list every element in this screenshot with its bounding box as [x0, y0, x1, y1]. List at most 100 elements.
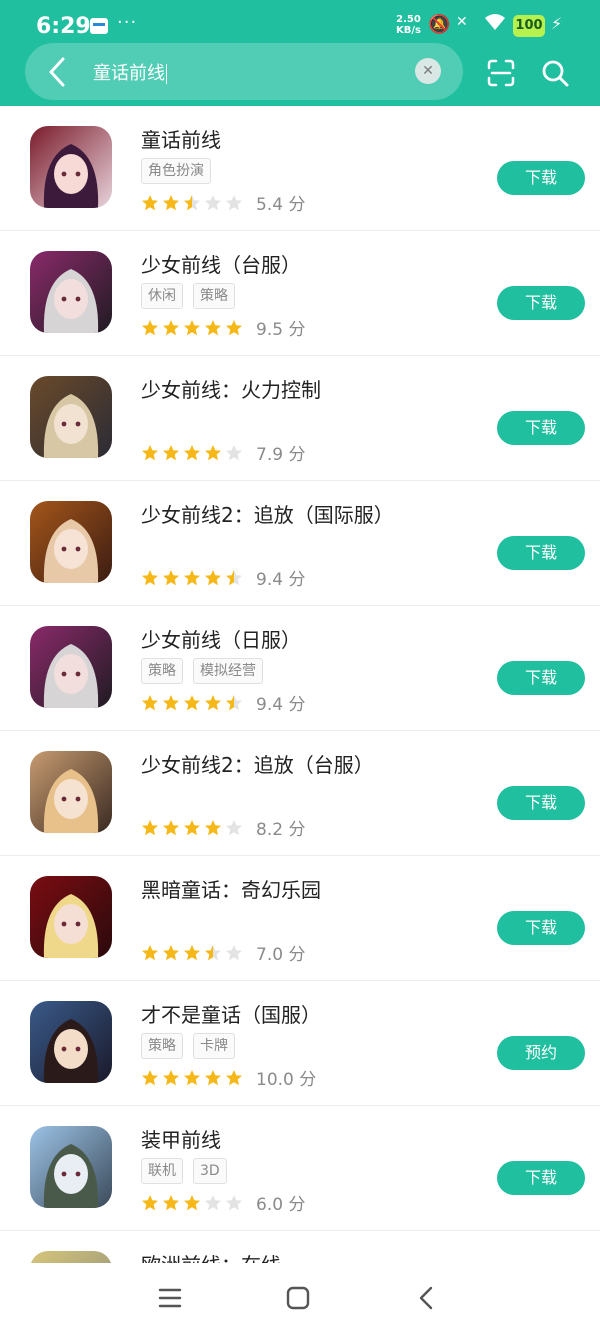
back-icon[interactable] [410, 1281, 444, 1315]
app-icon[interactable] [30, 1251, 112, 1263]
menu-icon[interactable] [153, 1281, 187, 1315]
app-tag: 角色扮演 [141, 158, 211, 184]
app-tag: 策略 [193, 283, 235, 309]
app-score: 6.0 分 [256, 1195, 306, 1215]
star-icon [163, 194, 179, 210]
app-title[interactable]: 少女前线2：追放（国际服） [141, 499, 394, 528]
app-tag: 模拟经营 [193, 658, 263, 684]
app-rating: 6.0 分 [141, 1190, 305, 1215]
star-icon [205, 194, 221, 210]
app-result-row[interactable]: 黑暗童话：奇幻乐园 7.0 分 下载 [0, 856, 600, 981]
star-icon [205, 1194, 221, 1210]
star-icon [184, 444, 200, 460]
app-score: 8.2 分 [256, 820, 306, 840]
download-button[interactable]: 下载 [497, 286, 585, 320]
app-title[interactable]: 少女前线：火力控制 [141, 374, 321, 403]
download-button[interactable]: 下载 [497, 786, 585, 820]
home-icon[interactable] [281, 1281, 315, 1315]
app-result-row[interactable]: 少女前线（日服） 策略 模拟经营 9.4 分 下载 [0, 606, 600, 731]
star-icon [205, 319, 221, 335]
download-button[interactable]: 下载 [497, 1161, 585, 1195]
star-icon [205, 569, 221, 585]
star-icon [163, 694, 179, 710]
app-result-row[interactable]: 少女前线2：追放（国际服） 9.4 分 下载 [0, 481, 600, 606]
app-title[interactable]: 少女前线（日服） [141, 624, 301, 653]
app-icon[interactable] [30, 251, 112, 333]
mute-icon: 🔕 [428, 14, 451, 35]
system-nav-bar [0, 1263, 600, 1333]
scan-icon[interactable] [486, 58, 516, 88]
app-title[interactable]: 黑暗童话：奇幻乐园 [141, 874, 321, 903]
app-tags: 联机 3D [141, 1158, 237, 1184]
more-notifications-icon: ··· [117, 12, 138, 33]
app-icon[interactable] [30, 1001, 112, 1083]
app-title[interactable]: 才不是童话（国服） [141, 999, 321, 1028]
app-title[interactable]: 装甲前线 [141, 1124, 221, 1153]
download-button[interactable]: 下载 [497, 161, 585, 195]
app-tags: 策略 模拟经营 [141, 658, 273, 684]
search-input[interactable]: 童话前线 [93, 59, 167, 85]
app-rating: 8.2 分 [141, 815, 305, 840]
download-button[interactable]: 下载 [497, 911, 585, 945]
star-icon [184, 194, 200, 210]
download-button[interactable]: 下载 [497, 411, 585, 445]
app-rating: 7.0 分 [141, 940, 305, 965]
star-icon [226, 319, 242, 335]
app-tag: 策略 [141, 658, 183, 684]
status-bar: 6:29 ··· 2.50 KB/s 🔕 ✕ 100 ⚡ [0, 0, 600, 48]
app-result-row[interactable]: 童话前线 角色扮演 5.4 分 下载 [0, 106, 600, 231]
app-title[interactable]: 欧洲前线：在线 [141, 1249, 281, 1263]
app-title[interactable]: 少女前线2：追放（台服） [141, 749, 374, 778]
search-bar[interactable]: 童话前线 ✕ [25, 43, 463, 100]
no-signal-icon: ✕ [456, 14, 468, 30]
star-icon [226, 694, 242, 710]
star-icon [142, 1069, 158, 1085]
app-icon[interactable] [30, 876, 112, 958]
star-icon [226, 569, 242, 585]
clear-search-icon[interactable]: ✕ [415, 58, 441, 84]
app-icon[interactable] [30, 751, 112, 833]
app-title[interactable]: 童话前线 [141, 124, 221, 153]
search-query-text: 童话前线 [93, 63, 165, 84]
app-tag: 联机 [141, 1158, 183, 1184]
download-button[interactable]: 下载 [497, 661, 585, 695]
star-icon [184, 319, 200, 335]
app-icon[interactable] [30, 1126, 112, 1208]
app-score: 10.0 分 [256, 1070, 317, 1090]
app-result-row[interactable]: 少女前线2：追放（台服） 8.2 分 下载 [0, 731, 600, 856]
app-rating: 9.4 分 [141, 565, 305, 590]
star-icon [163, 444, 179, 460]
star-icon [205, 444, 221, 460]
app-tag: 卡牌 [193, 1033, 235, 1059]
star-icon [184, 819, 200, 835]
app-result-row[interactable]: 才不是童话（国服） 策略 卡牌 10.0 分 预约 [0, 981, 600, 1106]
app-title[interactable]: 少女前线（台服） [141, 249, 301, 278]
app-score: 7.0 分 [256, 945, 306, 965]
app-rating: 7.9 分 [141, 440, 305, 465]
network-speed-value: 2.50 [396, 14, 421, 25]
app-icon[interactable] [30, 626, 112, 708]
star-icon [205, 694, 221, 710]
app-result-row[interactable]: 少女前线（台服） 休闲 策略 9.5 分 下载 [0, 231, 600, 356]
app-icon[interactable] [30, 126, 112, 208]
star-icon [163, 1069, 179, 1085]
app-result-row[interactable]: 欧洲前线：在线 [0, 1231, 600, 1263]
app-icon[interactable] [30, 501, 112, 583]
search-results-list[interactable]: 童话前线 角色扮演 5.4 分 下载 少女前线（台服） 休闲 策略 9.5 分 下… [0, 106, 600, 1263]
app-tag: 策略 [141, 1033, 183, 1059]
star-icon [205, 819, 221, 835]
download-button[interactable]: 下载 [497, 536, 585, 570]
notification-icon [90, 18, 108, 34]
app-result-row[interactable]: 装甲前线 联机 3D 6.0 分 下载 [0, 1106, 600, 1231]
app-icon[interactable] [30, 376, 112, 458]
app-score: 9.5 分 [256, 320, 306, 340]
app-result-row[interactable]: 少女前线：火力控制 7.9 分 下载 [0, 356, 600, 481]
back-arrow-icon[interactable] [43, 55, 71, 89]
charging-icon: ⚡ [551, 14, 563, 33]
reserve-button[interactable]: 预约 [497, 1036, 585, 1070]
star-icon [163, 819, 179, 835]
search-icon[interactable] [540, 58, 570, 88]
star-icon [163, 319, 179, 335]
star-icon [142, 819, 158, 835]
star-icon [226, 194, 242, 210]
